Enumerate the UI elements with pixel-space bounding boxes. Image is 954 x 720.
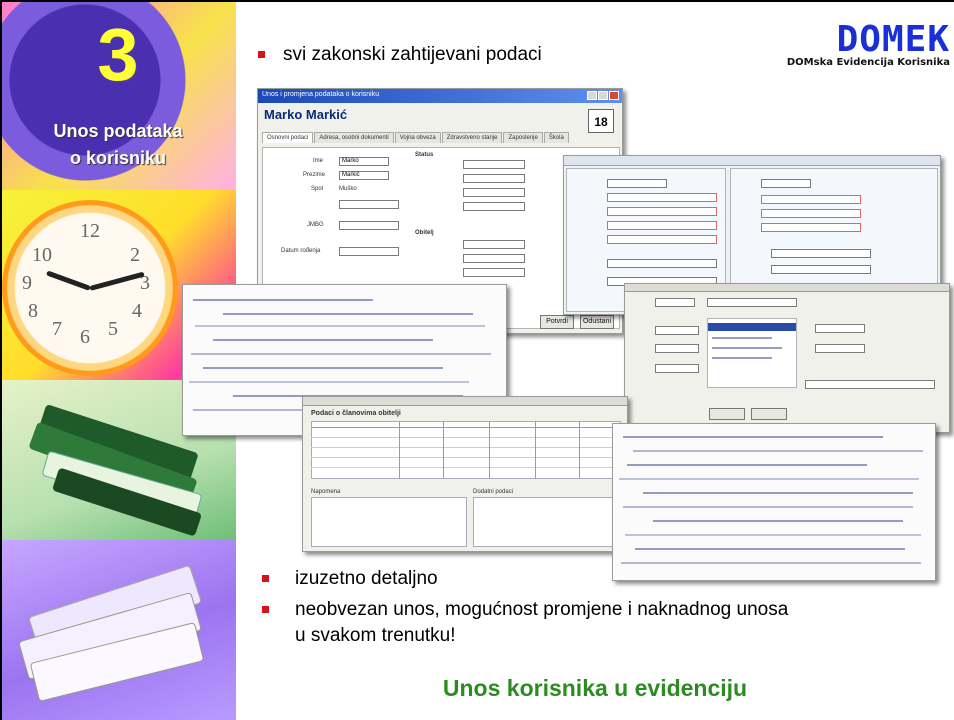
label-prezime: Prezime [303,172,326,178]
section-title-line2: o korisniku [69,148,167,168]
notes-textarea[interactable] [311,497,467,547]
obitelj-field-2[interactable] [463,254,525,263]
dd-field-4[interactable] [655,364,699,373]
section-title-line1: Unos podataka [53,121,183,141]
tab-adresa[interactable]: Adresa, osobni dokumenti [314,132,394,143]
status-field-3[interactable] [463,188,525,197]
close-icon[interactable] [609,91,619,100]
section-title: Unos podataka o korisniku [0,118,236,172]
dd-list[interactable] [707,318,797,388]
jmbg-field[interactable] [339,221,399,230]
tab-osnovni[interactable]: Osnovni podaci [262,132,314,143]
datum-field[interactable] [339,247,399,256]
spol-radio[interactable]: Muško [339,186,357,192]
bullet-bottom-2-cont: u svakom trenutku! [295,625,456,646]
prezime-field[interactable]: Markić [339,171,389,180]
label-datum: Datum rođenja [281,248,321,254]
id-badge: 18 [588,109,614,133]
logo-word: DOMEK [836,19,950,60]
bullet-marker-icon [262,606,269,613]
grid-title: Podaci o članovima obitelji [311,410,401,417]
logo-subtitle: DOMska Evidencija Korisnika [786,57,950,68]
label-spol: Spol [311,186,324,192]
obitelj-field-3[interactable] [463,268,525,277]
extra-textarea[interactable] [473,497,623,547]
slide-border-top [0,0,954,2]
address-field-5[interactable] [607,235,717,244]
person-name: Marko Markić [264,107,348,122]
bullet-marker-icon [262,575,269,582]
tab-skola[interactable]: Škola [543,132,569,143]
bullet-top-1: svi zakonski zahtijevani podaci [258,44,542,66]
label-status: Status [415,152,434,158]
bullet-bottom-2: neobvezan unos, mogućnost promjene i nak… [262,596,788,623]
bullet-marker-icon [258,51,265,59]
screenshot-blurred-bottom [612,423,936,581]
window-titlebar: Unos i promjena podataka o korisniku [258,89,622,103]
extra-field[interactable] [339,200,399,209]
ime-field[interactable]: Marko [339,157,389,166]
status-select[interactable] [463,160,525,169]
status-field-4[interactable] [463,202,525,211]
dd-field-1[interactable] [655,298,695,307]
domek-logo: DOMEK DOMska Evidencija Korisnika [760,19,950,69]
address-r-field-4[interactable] [761,223,861,232]
address-r-field-2[interactable] [761,195,861,204]
address-field-3[interactable] [607,207,717,216]
tab-vojna[interactable]: Vojna obveza [394,132,441,143]
address-r-field-3[interactable] [761,209,861,218]
label-ime: Ime [313,158,324,164]
odustani-button[interactable]: Odustani [580,315,614,329]
minimize-icon[interactable] [587,91,597,100]
address-r-field-6[interactable] [771,265,871,274]
bullet-bottom-1: izuzetno detaljno [262,565,438,592]
tab-zdravstvo[interactable]: Zdravstveno stanje [441,132,503,143]
slide: 3 Unos podataka o korisniku 12 10 9 8 7 … [0,0,954,720]
maximize-icon[interactable] [598,91,608,100]
dd-field-6[interactable] [815,344,865,353]
address-r-field-5[interactable] [771,249,871,258]
tab-zaposlenje[interactable]: Zaposlenje [503,132,543,143]
extra-label: Dodatni podaci [473,489,514,495]
address-field-1[interactable] [607,179,667,188]
address-field-4[interactable] [607,221,717,230]
slide-border-left [0,0,2,720]
label-obitelj: Obitelj [415,230,434,236]
section-number: 3 [97,13,139,96]
dd-cancel-button[interactable] [751,408,787,420]
dd-field-2[interactable] [655,326,699,335]
address-field-2[interactable] [607,193,717,202]
status-field-2[interactable] [463,174,525,183]
notes-label: Napomena [311,489,341,495]
potvrdi-button[interactable]: Potvrdi [540,315,574,329]
dd-select[interactable] [707,298,797,307]
dd-ok-button[interactable] [709,408,745,420]
dd-field-5[interactable] [815,324,865,333]
tab-strip: Osnovni podaci Adresa, osobni dokumenti Vo… [262,126,622,143]
address-field-6[interactable] [607,259,717,268]
screenshot-dropdown-form [624,283,950,433]
screenshot-family-grid: Podaci o članovima obitelji Napomena Dod… [302,396,628,552]
dd-field-7[interactable] [805,380,935,389]
clock-icon: 12 10 9 8 7 6 5 4 3 2 [2,200,178,376]
address-r-field-1[interactable] [761,179,811,188]
obitelj-field-1[interactable] [463,240,525,249]
family-table[interactable] [311,421,621,479]
label-jmbg: JMBG [307,222,324,228]
dd-field-3[interactable] [655,344,699,353]
tagline: Unos korisnika u evidenciju [442,675,748,701]
